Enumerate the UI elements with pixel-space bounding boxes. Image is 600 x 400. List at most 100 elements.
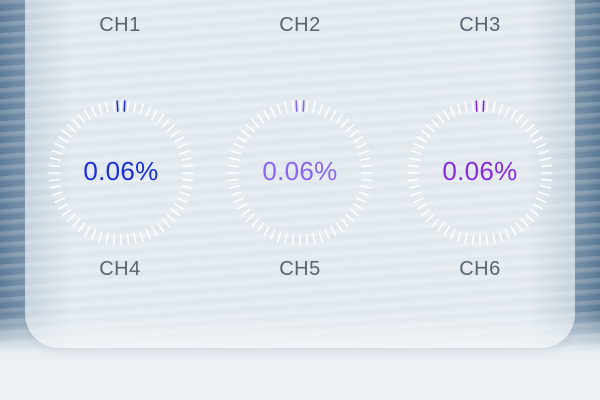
- gauge-tick: [324, 228, 331, 240]
- gauge-tick: [318, 231, 324, 243]
- gauge-tick: [269, 106, 276, 118]
- gauge-tick: [464, 232, 468, 245]
- gauge-tick: [233, 142, 245, 149]
- gauge-tick: [324, 106, 331, 118]
- gauge-tick: [112, 233, 116, 246]
- gauge-ch6[interactable]: 0.06%: [405, 98, 555, 248]
- gauge-active-tick: [295, 100, 298, 112]
- gauge-tick: [77, 113, 86, 124]
- gauge-tick: [485, 100, 489, 113]
- gauge-tick: [161, 218, 170, 228]
- channel-label-ch6: CH6: [459, 258, 501, 280]
- gauge-tick: [133, 232, 137, 245]
- gauge-tick: [251, 118, 260, 128]
- gauge-tick: [66, 124, 76, 133]
- gauge-tick: [61, 208, 72, 217]
- gauge-tick: [492, 101, 496, 114]
- gauge-tick: [529, 208, 540, 217]
- gauge-tick: [485, 233, 489, 246]
- gauge-tick: [340, 118, 349, 128]
- gauge-tick: [425, 213, 435, 222]
- gauge-tick: [340, 218, 349, 228]
- gauge-tick: [233, 197, 245, 204]
- gauge-tick: [256, 113, 265, 124]
- gauge-tick: [291, 233, 295, 246]
- gauge-tick: [97, 103, 103, 115]
- gauge-tick: [77, 222, 86, 233]
- channel-label-ch5: CH5: [279, 258, 321, 280]
- gauge-tick: [291, 100, 295, 113]
- gauge-tick: [66, 213, 76, 222]
- gauge-tick: [312, 232, 316, 245]
- gauge-tick: [312, 101, 316, 114]
- gauge-tick: [256, 222, 265, 233]
- channel-label-ch1: CH1: [99, 14, 141, 36]
- gauge-tick: [532, 203, 544, 210]
- gauge-active-tick: [116, 100, 119, 112]
- gauge-tick: [151, 109, 158, 121]
- gauge-tick: [443, 225, 450, 237]
- gauge-tick: [179, 191, 191, 197]
- gauge-tick: [126, 100, 130, 113]
- gauge-tick: [538, 191, 550, 197]
- gauge-tick: [355, 197, 367, 204]
- gauge-tick: [449, 228, 456, 240]
- gauge-tick: [51, 149, 63, 155]
- gauge-tick: [145, 106, 152, 118]
- gauge-tick: [61, 129, 72, 138]
- gauge-tick: [498, 231, 504, 243]
- gauge-tick: [318, 103, 324, 115]
- gauge-tick: [330, 109, 337, 121]
- channel-label-ch4: CH4: [99, 258, 141, 280]
- gauge-tick: [240, 129, 251, 138]
- gauge-tick: [57, 136, 69, 143]
- gauge-tick: [535, 142, 547, 149]
- gauge-tick: [410, 149, 422, 155]
- gauge-tick: [245, 124, 255, 133]
- gauge-tick: [358, 191, 370, 197]
- gauge-active-tick: [482, 100, 485, 112]
- gauge-value: 0.06%: [83, 156, 159, 186]
- gauge-tick: [176, 197, 188, 204]
- gauge-ch5[interactable]: 0.06%: [225, 98, 375, 248]
- gauge-tick: [515, 222, 524, 233]
- gauge-tick: [305, 233, 309, 246]
- gauge-tick: [173, 136, 185, 143]
- gauge-tick: [276, 103, 282, 115]
- gauge-tick: [352, 203, 364, 210]
- gauge-tick: [498, 103, 504, 115]
- gauge-tick: [413, 197, 425, 204]
- gauge-tick: [133, 101, 137, 114]
- gauge-tick: [230, 149, 242, 155]
- gauge-tick: [170, 208, 181, 217]
- gauge-tick: [456, 103, 462, 115]
- gauge-active-tick: [302, 100, 305, 112]
- gauge-tick: [90, 228, 97, 240]
- gauge-tick: [105, 101, 109, 114]
- gauge-tick: [355, 142, 367, 149]
- gauge-tick: [352, 136, 364, 143]
- gauge-tick: [72, 118, 81, 128]
- gauge-tick: [538, 149, 550, 155]
- gauge-tick: [245, 213, 255, 222]
- gauge-tick: [425, 124, 435, 133]
- gauge-tick: [431, 118, 440, 128]
- gauge-value: 0.06%: [442, 156, 518, 186]
- gauge-tick: [263, 225, 270, 237]
- gauge-tick: [90, 106, 97, 118]
- gauge-tick: [335, 113, 344, 124]
- gauge-ch4[interactable]: 0.06%: [46, 98, 196, 248]
- gauge-tick: [471, 233, 475, 246]
- gauge-tick: [263, 109, 270, 121]
- gauge-tick: [230, 191, 242, 197]
- gauge-tick: [520, 218, 529, 228]
- gauge-tick: [525, 124, 535, 133]
- gauge-tick: [166, 124, 176, 133]
- gauge-tick: [504, 106, 511, 118]
- gauge-tick: [156, 222, 165, 233]
- gauge-tick: [161, 118, 170, 128]
- gauge-tick: [349, 208, 360, 217]
- gauge-tick: [139, 103, 145, 115]
- gauge-tick: [443, 109, 450, 121]
- channel-label-ch2: CH2: [279, 14, 321, 36]
